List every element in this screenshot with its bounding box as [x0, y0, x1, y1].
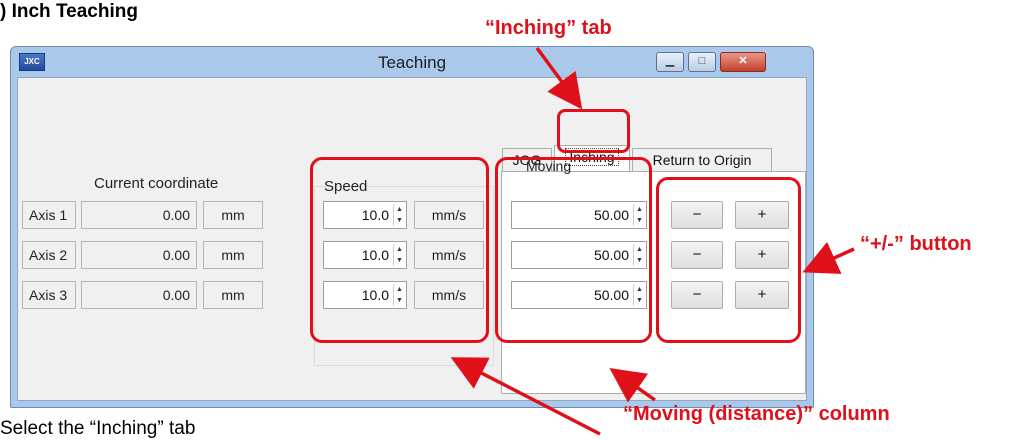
arrow-to-plus-minus-buttons [802, 241, 855, 274]
arrow-to-moving-column [609, 367, 657, 403]
callout-arrows [450, 46, 855, 436]
arrow-to-inching-tab [535, 46, 583, 110]
arrow-to-speed-column [450, 357, 601, 436]
